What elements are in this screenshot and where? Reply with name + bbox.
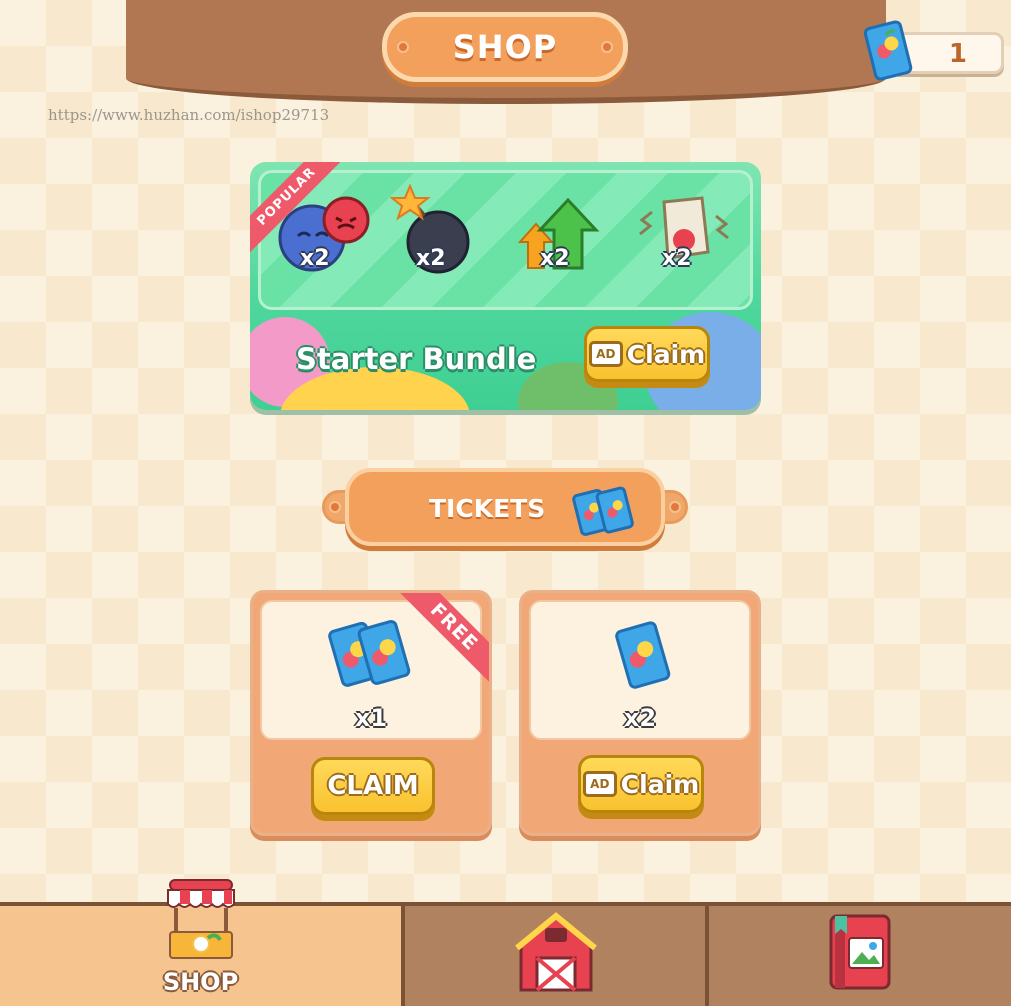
bundle-item-qty: x2: [300, 246, 330, 271]
ticket-icon: [863, 20, 913, 81]
offer-quantity: x1: [354, 704, 388, 732]
bundle-item-qty: x2: [662, 246, 692, 271]
ticket-offer-card-free: x1 FREE CLAIM: [250, 590, 492, 836]
rivet-icon: [669, 501, 681, 513]
section-title: TICKETS: [429, 494, 546, 523]
starter-bundle-card: POPULAR x2 x2 x2 x2 Starter Bundle AD Cl…: [250, 162, 761, 410]
bottom-navigation: SHOP: [0, 879, 1011, 1006]
tickets-icon: [328, 619, 411, 687]
offer-quantity: x2: [623, 704, 657, 732]
claim-label: Claim: [620, 769, 700, 799]
offer-display: x2: [529, 600, 751, 740]
photo-book-icon: [829, 914, 891, 990]
tab-label: SHOP: [162, 968, 239, 996]
rivet-icon: [601, 41, 613, 53]
ad-icon: AD: [588, 341, 623, 367]
bundle-claim-button[interactable]: AD Claim: [584, 326, 710, 382]
claim-label: CLAIM: [327, 771, 419, 801]
bundle-item-qty: x2: [540, 246, 570, 271]
tab-farm[interactable]: [405, 906, 709, 1006]
claim-label: Claim: [626, 339, 706, 369]
shop-title-sign: SHOP: [382, 12, 628, 82]
rivet-icon: [397, 41, 409, 53]
claim-ad-button[interactable]: AD Claim: [578, 755, 704, 813]
tab-shop[interactable]: SHOP: [0, 879, 405, 1006]
ticket-offer-card-ad: x2 AD Claim: [519, 590, 761, 836]
ad-icon: AD: [582, 771, 617, 797]
tickets-section-header: TICKETS: [329, 468, 681, 546]
watermark-text: https://www.huzhan.com/ishop29713: [48, 106, 330, 124]
claim-free-button[interactable]: CLAIM: [311, 757, 435, 815]
ticket-count: 1: [948, 39, 967, 69]
bundle-item-qty: x2: [416, 246, 446, 271]
tickets-icon: [572, 486, 634, 536]
barn-icon: [515, 912, 597, 992]
ticket-icon: [615, 621, 671, 689]
page-title: SHOP: [452, 28, 558, 66]
rivet-icon: [329, 501, 341, 513]
shop-stall-icon: [167, 879, 235, 959]
tab-album[interactable]: [709, 906, 1011, 1006]
bundle-title: Starter Bundle: [296, 342, 537, 376]
